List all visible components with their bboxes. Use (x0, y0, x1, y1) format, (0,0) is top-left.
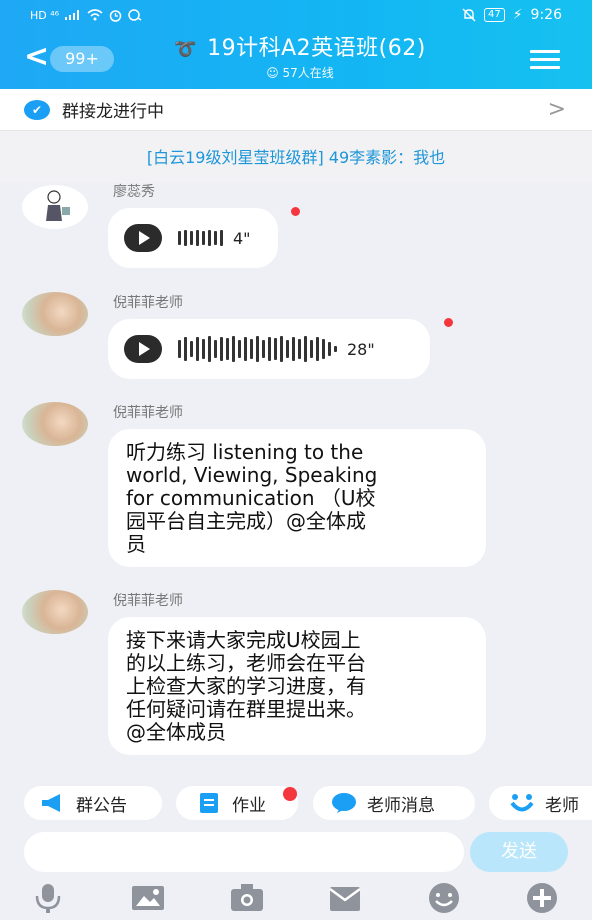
text-message-bubble[interactable]: 听力练习 listening to the world, Viewing, Sp… (108, 429, 486, 567)
group-title-area[interactable]: ➰ 19计科A2英语班(62) ☺ 57人在线 (140, 34, 460, 81)
status-bar: HD ⁴⁶ 47 ⚡ 9:26 (0, 0, 592, 30)
clock: 9:26 (530, 7, 562, 23)
teacher-icon (332, 793, 356, 813)
megaphone-icon (42, 794, 60, 812)
tab-label: 群公告 (76, 795, 127, 816)
alarm-icon (109, 9, 122, 22)
battery-indicator: 47 (483, 8, 505, 22)
input-toolbar (0, 878, 592, 920)
quick-tabs: 群公告 作业 老师消息 老师 (0, 782, 592, 826)
waveform-icon (178, 230, 223, 246)
sender-name: 倪菲菲老师 (113, 405, 183, 421)
unplayed-dot (444, 318, 453, 327)
tab-teacher-messages[interactable]: 老师消息 (313, 786, 475, 820)
unplayed-dot (291, 207, 300, 216)
tab-announcement[interactable]: 群公告 (24, 786, 162, 820)
charging-icon: ⚡ (512, 7, 523, 23)
forwarded-notice[interactable]: [白云19级刘星莹班级群] 49李素影：我也 (0, 131, 592, 183)
online-count: 57人在线 (282, 66, 334, 80)
group-relay-bar[interactable]: ✔ 群接龙进行中 > (0, 89, 592, 131)
tab-label: 作业 (232, 795, 266, 816)
smile-icon (510, 794, 534, 812)
wifi-icon (87, 9, 103, 21)
play-icon[interactable] (124, 335, 162, 363)
homework-dot (283, 787, 297, 801)
relay-icon: ✔ (24, 99, 50, 120)
network-indicator: HD ⁴⁶ (30, 8, 60, 22)
signal-icon (65, 10, 80, 20)
message-line: @全体成员 (126, 720, 226, 744)
message-input[interactable] (24, 832, 464, 872)
tab-teacher[interactable]: 老师 (489, 786, 592, 820)
play-icon[interactable] (124, 224, 162, 252)
online-icon: ☺ (266, 66, 279, 80)
message-line: 任何疑问请在群里提出来。 (126, 697, 366, 721)
tab-label: 老师消息 (367, 795, 435, 816)
avatar[interactable] (22, 292, 88, 336)
text-message-bubble[interactable]: 接下来请大家完成U校园上 的以上练习，老师会在平台 上检查大家的学习进度，有 任… (108, 617, 486, 755)
sender-name: 倪菲菲老师 (113, 295, 183, 311)
message-line: for communication （U校 (126, 486, 376, 510)
cartoon-avatar-icon (46, 190, 70, 221)
avatar[interactable] (22, 185, 88, 229)
plus-icon[interactable] (524, 882, 560, 914)
microphone-icon[interactable] (30, 882, 66, 914)
voice-duration: 28" (347, 339, 375, 359)
tab-homework[interactable]: 作业 (176, 786, 298, 820)
group-title: 19计科A2英语班(62) (207, 36, 426, 61)
chat-status-icon (128, 9, 142, 21)
voice-message-bubble[interactable]: 28" (108, 319, 430, 379)
title-bar: < 99+ ➰ 19计科A2英语班(62) ☺ 57人在线 (0, 30, 592, 89)
message-line: 上检查大家的学习进度，有 (126, 674, 366, 698)
send-button[interactable]: 发送 (470, 832, 568, 872)
camera-icon[interactable] (229, 882, 265, 914)
sender-name: 倪菲菲老师 (113, 593, 183, 609)
image-icon[interactable] (130, 882, 166, 914)
group-type-icon: ➰ (174, 39, 198, 60)
message-line: world, Viewing, Speaking (126, 463, 378, 487)
message-line: 接下来请大家完成U校园上 (126, 628, 361, 652)
back-icon[interactable]: < (24, 42, 49, 72)
message-line: 的以上练习，老师会在平台 (126, 651, 366, 675)
avatar[interactable] (22, 402, 88, 446)
message-line: 听力练习 listening to the (126, 440, 364, 464)
tab-label: 老师 (545, 795, 579, 816)
mute-icon (462, 8, 476, 22)
envelope-icon[interactable] (327, 882, 363, 914)
relay-label: 群接龙进行中 (62, 102, 164, 122)
voice-message-bubble[interactable]: 4" (108, 208, 278, 268)
emoji-icon[interactable] (426, 882, 462, 914)
voice-duration: 4" (233, 228, 251, 248)
input-row: 发送 (0, 826, 592, 878)
unread-badge[interactable]: 99+ (50, 46, 114, 72)
sender-name: 廖蕊秀 (113, 184, 155, 200)
waveform-icon (178, 336, 337, 362)
chevron-right-icon: > (547, 97, 566, 122)
app-header: HD ⁴⁶ 47 ⚡ 9:26 < 99+ ➰ 19计科A2英语班(62) ☺ 5… (0, 0, 592, 89)
document-icon (200, 793, 218, 813)
message-line: 员 (126, 532, 146, 556)
menu-icon[interactable] (530, 50, 560, 70)
avatar[interactable] (22, 590, 88, 634)
message-line: 园平台自主完成）@全体成 (126, 509, 366, 533)
